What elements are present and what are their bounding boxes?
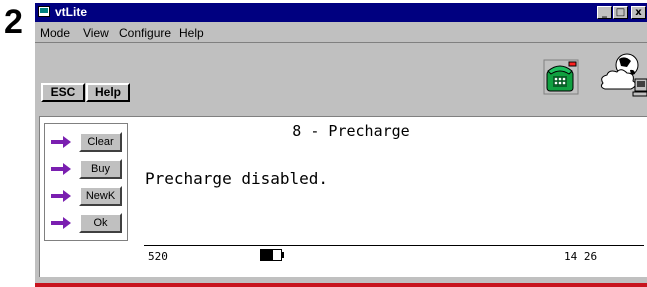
phone-icon[interactable] xyxy=(543,59,579,95)
softkey-panel: Clear Buy NewK Ok xyxy=(44,123,128,241)
softkey-row-newk: NewK xyxy=(51,186,127,206)
menu-bar: Mode View Configure Help xyxy=(35,22,647,42)
terminal-screen: Clear Buy NewK Ok 8 - Precharge Precharg… xyxy=(39,116,647,277)
newk-button[interactable]: NewK xyxy=(79,186,122,206)
step-number: 2 xyxy=(4,3,23,41)
vtlite-window: vtLite _ □ x Mode View Configure Help ES… xyxy=(35,3,647,283)
arrow-right-icon xyxy=(51,163,71,175)
softkey-row-buy: Buy xyxy=(51,159,127,179)
status-left-value: 520 xyxy=(148,250,168,263)
red-divider xyxy=(35,283,647,287)
menu-mode[interactable]: Mode xyxy=(40,26,70,40)
window-title: vtLite xyxy=(55,5,88,19)
screen-message: Precharge disabled. xyxy=(145,169,329,188)
title-bar[interactable]: vtLite _ □ x xyxy=(35,3,647,22)
clear-button[interactable]: Clear xyxy=(79,132,122,152)
battery-level xyxy=(261,250,273,260)
arrow-right-icon xyxy=(51,190,71,202)
maximize-button[interactable]: □ xyxy=(613,6,628,19)
menu-configure[interactable]: Configure xyxy=(119,26,171,40)
arrow-right-icon xyxy=(51,217,71,229)
help-button[interactable]: Help xyxy=(86,83,130,102)
minimize-button[interactable]: _ xyxy=(597,6,612,19)
menu-help[interactable]: Help xyxy=(179,26,204,40)
arrow-right-icon xyxy=(51,136,71,148)
toolbar: ESC Help xyxy=(35,42,647,111)
app-icon[interactable] xyxy=(38,6,50,17)
status-divider xyxy=(144,245,644,246)
menu-view[interactable]: View xyxy=(83,26,109,40)
esc-button[interactable]: ESC xyxy=(41,83,85,102)
buy-button[interactable]: Buy xyxy=(79,159,122,179)
close-button[interactable]: x xyxy=(631,6,646,19)
status-right-value: 14 26 xyxy=(564,250,598,263)
screen-title: 8 - Precharge xyxy=(292,122,410,140)
softkey-row-clear: Clear xyxy=(51,132,127,152)
ok-button[interactable]: Ok xyxy=(79,213,122,233)
network-icon[interactable] xyxy=(597,51,647,99)
softkey-row-ok: Ok xyxy=(51,213,127,233)
battery-icon xyxy=(260,249,284,261)
